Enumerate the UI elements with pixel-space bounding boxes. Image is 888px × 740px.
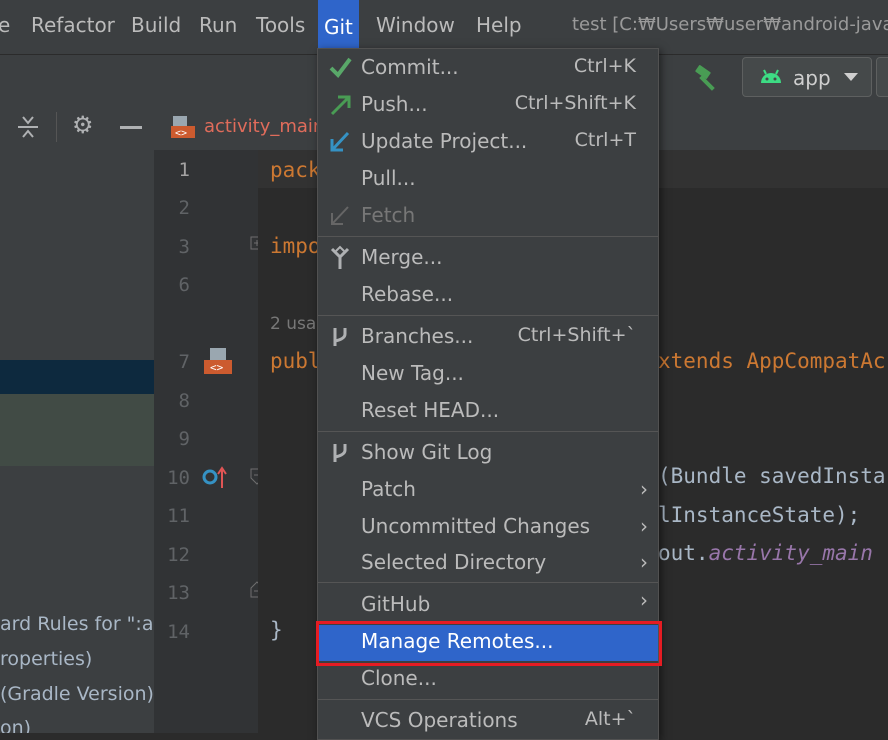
code-line: (Bundle savedInsta bbox=[658, 464, 886, 488]
gear-icon[interactable]: ⚙ bbox=[72, 111, 94, 139]
push-arrow-icon bbox=[330, 95, 351, 116]
code-line: } bbox=[270, 618, 283, 642]
line-number: 10 bbox=[167, 467, 190, 489]
window-title: test [C:₩Users₩user₩android-java bbox=[572, 14, 888, 35]
xml-file-icon: <> bbox=[171, 116, 195, 139]
line-number: 3 bbox=[178, 236, 190, 258]
menu-item-pull[interactable]: Pull... bbox=[318, 162, 658, 198]
tree-item[interactable]: on) bbox=[0, 717, 31, 733]
chevron-right-icon: › bbox=[640, 550, 648, 574]
menu-refactor[interactable]: Refactor bbox=[31, 13, 115, 37]
menu-build[interactable]: Build bbox=[131, 13, 181, 37]
line-number: 7 bbox=[178, 351, 190, 373]
menu-separator bbox=[318, 582, 658, 583]
chevron-right-icon: › bbox=[640, 588, 648, 612]
chevron-right-icon: › bbox=[640, 477, 648, 501]
menu-item-commit[interactable]: Commit... Ctrl+K bbox=[318, 51, 658, 87]
menu-item-clone[interactable]: Clone... bbox=[318, 662, 658, 698]
menu-item-github[interactable]: GitHub › bbox=[318, 588, 658, 624]
run-config-label: app bbox=[793, 66, 831, 90]
line-number: 12 bbox=[167, 544, 190, 566]
menu-git[interactable]: Git bbox=[318, 0, 359, 54]
project-panel: ard Rules for ":ap roperties) (Gradle Ve… bbox=[0, 150, 154, 733]
menu-file[interactable]: e bbox=[0, 13, 10, 37]
line-number: 9 bbox=[178, 428, 190, 450]
menu-separator bbox=[318, 431, 658, 432]
editor-gutter: 1 2 3 6 7 8 9 10 11 12 13 14 <> bbox=[154, 150, 264, 733]
svg-text:<>: <> bbox=[210, 361, 224, 374]
menu-item-update-project[interactable]: Update Project... Ctrl+T bbox=[318, 125, 658, 161]
code-line: publ bbox=[270, 349, 321, 373]
menu-item-selected-directory[interactable]: Selected Directory › bbox=[318, 546, 658, 582]
menu-run[interactable]: Run bbox=[199, 13, 237, 37]
annotation-highlight-box bbox=[316, 621, 662, 666]
highlight-row bbox=[0, 394, 154, 466]
menu-item-new-tag[interactable]: New Tag... bbox=[318, 357, 658, 393]
menu-item-uncommitted-changes[interactable]: Uncommitted Changes › bbox=[318, 510, 658, 546]
check-icon bbox=[329, 57, 352, 79]
menu-item-reset-head[interactable]: Reset HEAD... bbox=[318, 394, 658, 430]
line-number: 8 bbox=[178, 390, 190, 412]
divider bbox=[56, 112, 57, 142]
svg-text:<>: <> bbox=[175, 128, 187, 139]
menu-item-patch[interactable]: Patch › bbox=[318, 473, 658, 509]
line-number: 6 bbox=[178, 274, 190, 296]
menu-window[interactable]: Window bbox=[376, 13, 455, 37]
menu-separator bbox=[318, 236, 658, 237]
menu-item-merge[interactable]: Merge... bbox=[318, 241, 658, 277]
menu-item-rebase[interactable]: Rebase... bbox=[318, 278, 658, 314]
menu-item-show-git-log[interactable]: Show Git Log bbox=[318, 436, 658, 472]
chevron-right-icon: › bbox=[640, 514, 648, 538]
update-arrow-icon bbox=[330, 131, 350, 152]
code-line: impo bbox=[270, 234, 321, 258]
device-dropdown[interactable] bbox=[876, 57, 888, 97]
menu-help[interactable]: Help bbox=[476, 13, 522, 37]
menu-separator bbox=[318, 315, 658, 316]
branch-icon bbox=[333, 328, 347, 346]
chevron-down-icon bbox=[844, 73, 858, 81]
tree-item[interactable]: (Gradle Version) bbox=[0, 683, 154, 705]
menu-item-branches[interactable]: Branches... Ctrl+Shift+` bbox=[318, 320, 658, 356]
branch-icon bbox=[333, 444, 347, 462]
tree-item[interactable]: roperties) bbox=[0, 648, 92, 670]
line-number: 1 bbox=[178, 159, 190, 181]
xml-layout-gutter-icon[interactable]: <> bbox=[202, 346, 234, 376]
code-line: xtends AppCompatAc bbox=[658, 349, 886, 373]
code-line: out.activity_main bbox=[658, 541, 873, 565]
project-panel-header: ⚙ bbox=[0, 104, 154, 150]
selected-row[interactable] bbox=[0, 360, 154, 394]
usages-hint[interactable]: 2 usa bbox=[270, 314, 316, 334]
tab-activity-main[interactable]: activity_main bbox=[204, 116, 324, 137]
minimize-icon[interactable] bbox=[120, 126, 142, 129]
line-number: 13 bbox=[167, 582, 190, 604]
menu-bar: e Refactor Build Run Tools Git Window He… bbox=[0, 0, 888, 54]
line-number: 14 bbox=[167, 621, 190, 643]
code-line: lInstanceState); bbox=[658, 503, 861, 527]
merge-icon bbox=[330, 245, 350, 269]
menu-item-fetch: Fetch bbox=[318, 199, 658, 235]
tree-item[interactable]: ard Rules for ":ap bbox=[0, 613, 154, 635]
menu-item-vcs-operations[interactable]: VCS Operations Alt+` bbox=[318, 704, 658, 740]
line-number: 11 bbox=[167, 505, 190, 527]
override-icon[interactable] bbox=[202, 464, 232, 490]
code-line: pack bbox=[270, 158, 321, 182]
run-config-dropdown[interactable]: app bbox=[742, 57, 872, 97]
line-number: 2 bbox=[178, 197, 190, 219]
menu-item-push[interactable]: Push... Ctrl+Shift+K bbox=[318, 88, 658, 124]
hammer-icon[interactable] bbox=[692, 65, 722, 93]
menu-tools[interactable]: Tools bbox=[256, 13, 305, 37]
android-icon bbox=[761, 69, 781, 83]
fetch-icon bbox=[331, 206, 349, 225]
collapse-all-icon[interactable] bbox=[16, 114, 40, 140]
menu-separator bbox=[318, 699, 658, 700]
